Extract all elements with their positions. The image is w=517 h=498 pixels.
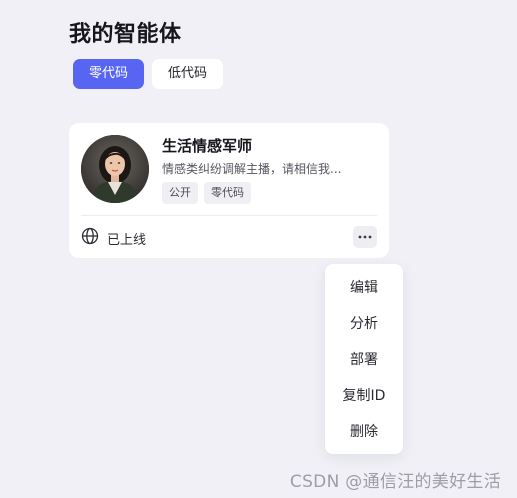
tag-public: 公开 xyxy=(162,182,198,204)
tab-zero-code[interactable]: 零代码 xyxy=(73,59,145,89)
agent-title: 生活情感军师 xyxy=(162,137,253,155)
code-type-tabs: 零代码 低代码 xyxy=(73,59,224,89)
tab-low-code[interactable]: 低代码 xyxy=(152,59,224,89)
card-divider xyxy=(81,215,377,216)
watermark: CSDN @通信汪的美好生活 xyxy=(289,472,501,492)
menu-item-deploy[interactable]: 部署 xyxy=(325,342,403,378)
agent-avatar xyxy=(81,135,149,203)
agent-tags: 公开 零代码 xyxy=(162,182,251,204)
more-options-button[interactable] xyxy=(353,226,377,248)
globe-icon xyxy=(81,227,99,249)
context-menu: 编辑 分析 部署 复制ID 删除 xyxy=(325,264,403,454)
agent-card[interactable]: 生活情感军师 情感类纠纷调解主播，请相信我... 公开 零代码 已上线 xyxy=(69,123,389,258)
menu-item-delete[interactable]: 删除 xyxy=(325,414,403,450)
agent-status: 已上线 xyxy=(81,227,146,249)
menu-item-copy-id[interactable]: 复制ID xyxy=(325,378,403,414)
menu-item-edit[interactable]: 编辑 xyxy=(325,270,403,306)
menu-item-analyze[interactable]: 分析 xyxy=(325,306,403,342)
tag-zero-code: 零代码 xyxy=(204,182,251,204)
page-title: 我的智能体 xyxy=(69,22,182,47)
more-horizontal-icon xyxy=(358,235,372,239)
agent-description: 情感类纠纷调解主播，请相信我... xyxy=(162,162,342,176)
avatar-portrait-image xyxy=(81,135,149,203)
status-label: 已上线 xyxy=(107,232,147,248)
